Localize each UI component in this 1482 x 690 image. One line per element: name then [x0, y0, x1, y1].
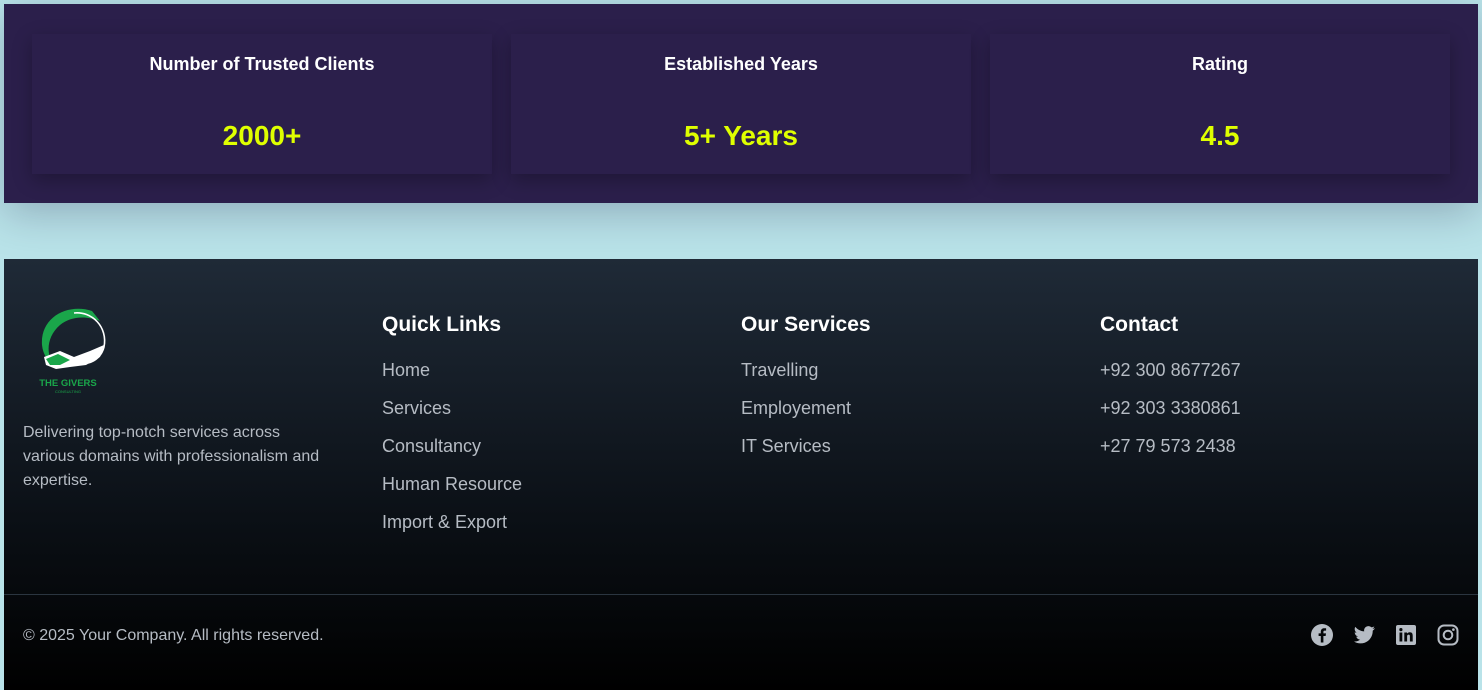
footer-link-import-export[interactable]: Import & Export: [382, 511, 712, 549]
copyright-text: © 2025 Your Company. All rights reserved…: [23, 627, 324, 644]
stat-card-rating: Rating 4.5: [990, 34, 1450, 174]
service-link-it-services[interactable]: IT Services: [741, 435, 1071, 473]
stats-section: Number of Trusted Clients 2000+ Establis…: [4, 4, 1478, 203]
stat-card-years: Established Years 5+ Years: [511, 34, 971, 174]
footer-link-consultancy[interactable]: Consultancy: [382, 435, 712, 473]
services-title: Our Services: [741, 313, 871, 336]
contact-title: Contact: [1100, 313, 1179, 336]
stat-value: 4.5: [1200, 120, 1240, 151]
facebook-icon[interactable]: [1310, 623, 1334, 647]
quick-links-title: Quick Links: [382, 313, 502, 336]
company-description: Delivering top-notch services across var…: [23, 424, 320, 489]
site-footer: THE GIVERS CONSULTING Delivering top-not…: [4, 259, 1478, 690]
footer-link-human-resource[interactable]: Human Resource: [382, 473, 712, 511]
services-column: Our Services Travelling Employement IT S…: [741, 311, 1071, 473]
stat-label: Rating: [1192, 54, 1248, 74]
contact-phone-2[interactable]: +92 303 3380861: [1100, 397, 1430, 435]
social-links: [1310, 623, 1460, 647]
linkedin-icon[interactable]: [1394, 623, 1418, 647]
footer-link-home[interactable]: Home: [382, 359, 712, 397]
company-logo[interactable]: THE GIVERS CONSULTING: [34, 307, 110, 397]
service-link-travelling[interactable]: Travelling: [741, 359, 1071, 397]
svg-text:THE GIVERS: THE GIVERS: [39, 378, 97, 389]
footer-divider: [4, 594, 1478, 595]
footer-link-services[interactable]: Services: [382, 397, 712, 435]
contact-column: Contact +92 300 8677267 +92 303 3380861 …: [1100, 311, 1430, 473]
twitter-icon[interactable]: [1352, 623, 1376, 647]
stat-card-clients: Number of Trusted Clients 2000+: [32, 34, 492, 174]
stat-label: Established Years: [664, 54, 818, 74]
stat-value: 2000+: [222, 120, 302, 151]
stat-label: Number of Trusted Clients: [149, 54, 375, 74]
quick-links-column: Quick Links Home Services Consultancy Hu…: [382, 311, 712, 549]
svg-text:CONSULTING: CONSULTING: [55, 389, 81, 394]
service-link-employement[interactable]: Employement: [741, 397, 1071, 435]
stat-value: 5+ Years: [684, 120, 798, 151]
contact-phone-3[interactable]: +27 79 573 2438: [1100, 435, 1430, 473]
handshake-logo-icon: THE GIVERS CONSULTING: [39, 308, 106, 394]
instagram-icon[interactable]: [1436, 623, 1460, 647]
contact-phone-1[interactable]: +92 300 8677267: [1100, 359, 1430, 397]
